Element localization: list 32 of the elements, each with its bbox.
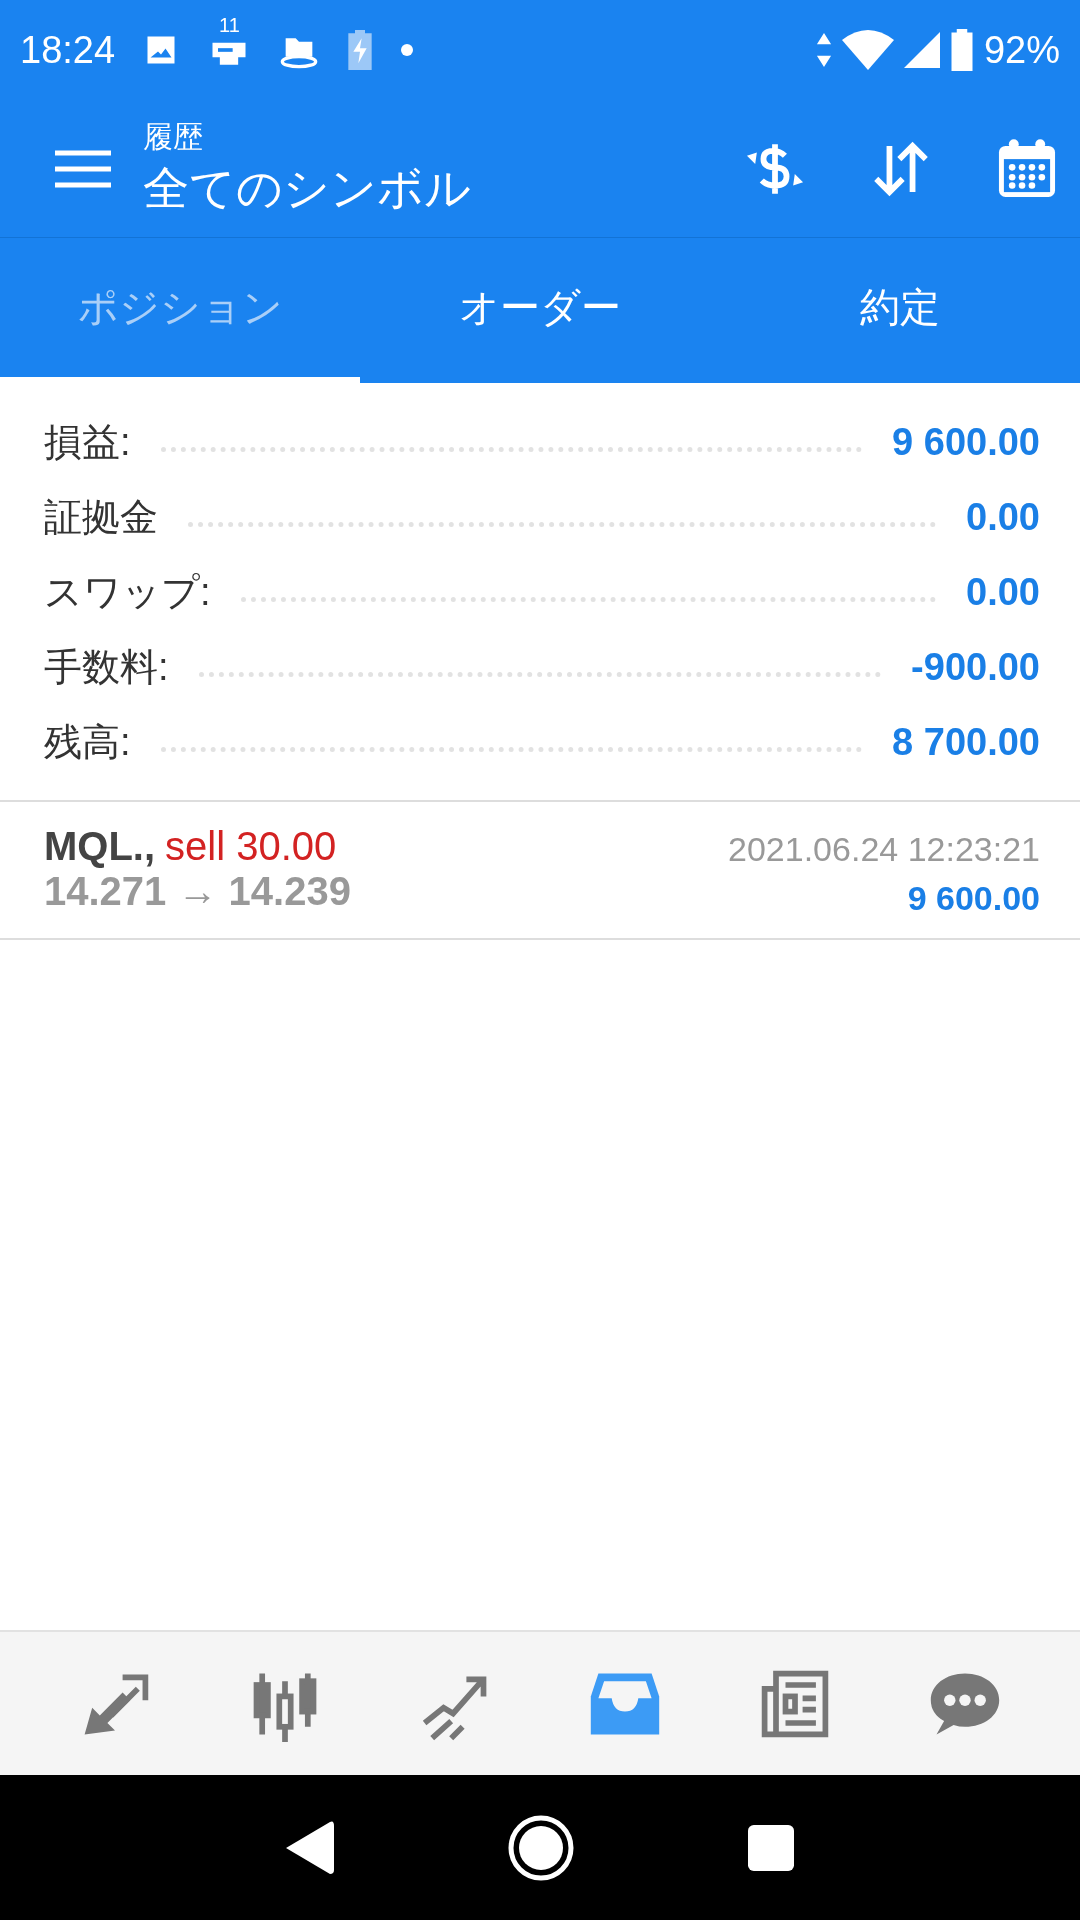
deal-prices: 14.271 → 14.239 [44,869,351,914]
dot-icon [401,44,414,56]
signal-icon [903,32,940,68]
deal-time: 2021.06.24 12:23:21 [728,830,1040,869]
summary-value: 0.00 [966,496,1040,539]
summary-label: 損益: [44,420,131,465]
summary-label: 残高: [44,720,131,765]
summary-label: 手数料: [44,645,169,690]
recents-icon[interactable] [747,1824,794,1871]
tab[interactable]: 約定 [720,238,1080,383]
data-arrows-icon [815,33,832,67]
screen-title: 全てのシンボル [143,161,471,216]
screen-subtitle: 履歴 [143,119,204,155]
back-icon[interactable] [286,1819,335,1876]
summary-value: 0.00 [966,571,1040,614]
home-icon[interactable] [507,1813,575,1882]
deal-symbol: MQL., [44,824,156,869]
tab[interactable]: オーダー [360,238,720,383]
deal-action: sell 30.00 [165,824,337,869]
notification-count: 11 [219,14,240,37]
summary-value: 8 700.00 [892,721,1040,764]
battery-charging-icon [347,30,374,70]
summary-label: 証拠金 [44,495,158,540]
summary-label: スワップ: [44,570,211,615]
battery-percent: 92% [983,28,1060,72]
summary-value: 9 600.00 [892,421,1040,464]
menu-icon[interactable] [55,148,111,189]
deal-profit: 9 600.00 [907,879,1040,918]
battery-icon [949,29,974,71]
wifi-icon [841,30,894,70]
status-time: 18:24 [20,28,116,72]
summary-value: -900.00 [911,646,1040,689]
